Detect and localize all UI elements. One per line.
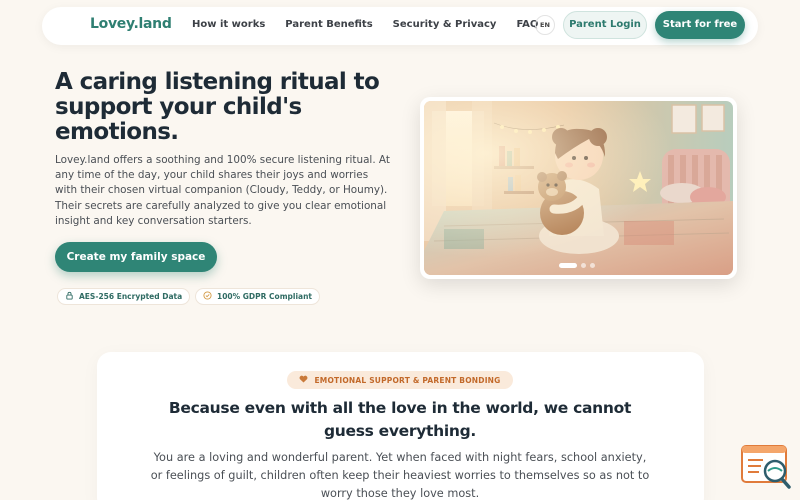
parent-login-button[interactable]: Parent Login [563,11,647,39]
child-with-teddy-illustration [424,101,733,275]
section-pill: EMOTIONAL SUPPORT & PARENT BONDING [287,371,513,389]
heart-icon [299,375,308,385]
hero-illustration [424,101,733,275]
top-navigation: Lovey.land How it works Parent Benefits … [42,7,758,45]
nav-link-parent-benefits[interactable]: Parent Benefits [285,19,372,30]
hero-title: A caring listening ritual to support you… [55,69,380,145]
encryption-badge: AES-256 Encrypted Data [57,288,191,305]
shield-check-icon [203,291,212,302]
carousel-dots [559,263,595,268]
start-for-free-button[interactable]: Start for free [655,11,745,39]
section-text: You are a loving and wonderful parent. Y… [150,451,650,500]
language-switcher[interactable]: EN [535,15,555,35]
search-document-icon [741,445,791,489]
hero-image-card [420,97,737,279]
carousel-dot-1[interactable] [559,263,577,268]
create-family-space-button[interactable]: Create my family space [55,242,217,272]
gdpr-badge: 100% GDPR Compliant [195,288,321,305]
nav-link-how-it-works[interactable]: How it works [192,19,265,30]
encryption-badge-label: AES-256 Encrypted Data [79,292,183,301]
carousel-dot-2[interactable] [581,263,586,268]
section-pill-label: EMOTIONAL SUPPORT & PARENT BONDING [314,375,501,385]
gdpr-badge-label: 100% GDPR Compliant [217,292,313,301]
help-widget-button[interactable] [741,443,791,489]
section-title: Because even with all the love in the wo… [168,399,632,440]
nav-links: How it works Parent Benefits Security & … [192,19,538,30]
hero-description: Lovey.land offers a soothing and 100% se… [55,154,390,227]
lock-icon [65,291,74,302]
logo[interactable]: Lovey.land [90,16,172,32]
carousel-dot-3[interactable] [590,263,595,268]
nav-link-security-privacy[interactable]: Security & Privacy [393,19,497,30]
